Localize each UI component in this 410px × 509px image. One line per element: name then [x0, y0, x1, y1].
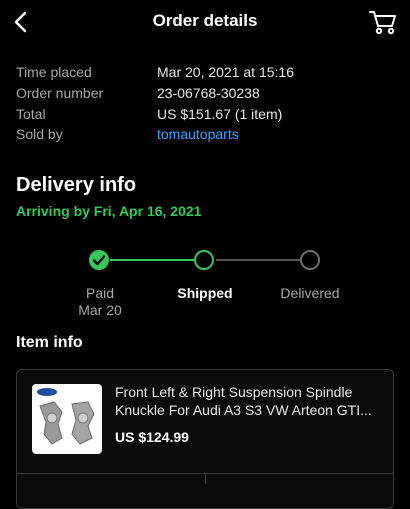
step-paid-label: Paid	[85, 285, 115, 301]
arriving-date: Arriving by Fri, Apr 16, 2021	[16, 203, 202, 219]
seller-link[interactable]: tomautoparts	[157, 126, 239, 142]
step-paid-date: Mar 20	[78, 302, 122, 318]
time-placed-value: Mar 20, 2021 at 15:16	[157, 64, 294, 80]
cart-button[interactable]	[368, 8, 398, 36]
time-placed-label: Time placed	[16, 64, 92, 80]
progress-line-pending	[216, 259, 300, 261]
card-action-divider	[205, 474, 206, 484]
step-paid-node	[89, 250, 109, 270]
step-delivered-node	[300, 250, 320, 270]
item-thumbnail[interactable]	[32, 384, 102, 454]
delivery-info-heading: Delivery info	[16, 174, 137, 196]
cart-icon	[369, 11, 396, 35]
order-number-label: Order number	[16, 85, 104, 101]
checkmark-icon	[92, 255, 106, 266]
sold-by-label: Sold by	[16, 126, 63, 142]
total-label: Total	[16, 106, 46, 122]
order-number-value: 23-06768-30238	[157, 85, 260, 101]
step-delivered-label: Delivered	[280, 285, 340, 301]
total-value: US $151.67 (1 item)	[157, 106, 283, 122]
step-shipped-node	[194, 250, 214, 270]
item-title[interactable]: Front Left & Right Suspension Spindle Kn…	[115, 383, 385, 419]
item-price: US $124.99	[115, 429, 189, 445]
step-shipped-label: Shipped	[177, 285, 233, 301]
item-info-heading: Item info	[16, 334, 83, 351]
progress-line-complete	[110, 259, 194, 261]
spindle-knuckle-image	[37, 388, 95, 445]
page-title: Order details	[152, 11, 258, 30]
